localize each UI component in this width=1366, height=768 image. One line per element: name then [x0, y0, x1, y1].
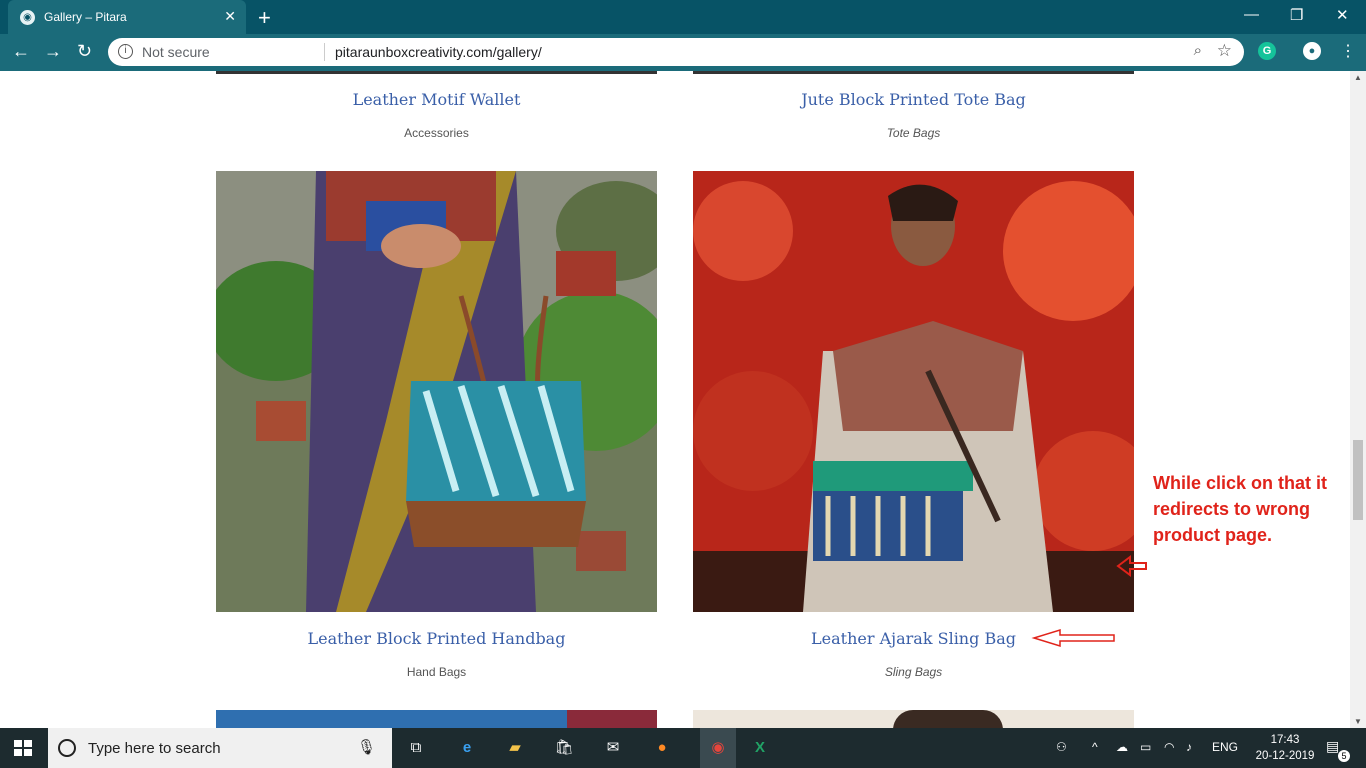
product-image-partial[interactable]	[693, 71, 1134, 74]
browser-tab[interactable]: ◉ Gallery – Pitara ✕	[8, 0, 246, 34]
restore-window-icon[interactable]: ❐	[1290, 6, 1303, 24]
reload-icon[interactable]: ↻	[77, 41, 92, 62]
zoom-icon[interactable]: ⌕	[1194, 42, 1202, 59]
network-icon[interactable]: ◠	[1164, 740, 1174, 754]
address-bar[interactable]: i Not secure pitaraunboxcreativity.com/g…	[108, 38, 1244, 66]
microsoft-store-icon[interactable]: 🛍	[553, 737, 575, 759]
grammarly-extension-icon[interactable]: G	[1258, 42, 1276, 60]
annotation-arrow-icon	[1031, 628, 1115, 648]
edge-browser-icon[interactable]: e	[456, 737, 478, 759]
product-image-detail	[567, 710, 657, 728]
windows-taskbar: Type here to search 🎙 ⧉ e ▰ 🛍 ✉ ● ◉ X ⚇ …	[0, 728, 1366, 768]
back-icon[interactable]: ←	[12, 41, 30, 62]
scroll-up-icon[interactable]: ▲	[1354, 73, 1362, 82]
clock-date: 20-12-2019	[1255, 750, 1315, 762]
address-divider	[324, 43, 325, 61]
product-title-link[interactable]: Leather Block Printed Handbag	[216, 629, 657, 648]
product-category[interactable]: Tote Bags	[693, 126, 1134, 140]
notification-badge: 5	[1338, 750, 1350, 762]
bookmark-star-icon[interactable]: ☆	[1217, 41, 1232, 61]
microphone-icon[interactable]: 🎙	[357, 738, 376, 756]
task-view-icon[interactable]: ⧉	[405, 737, 427, 759]
annotation-note: While click on that it redirects to wron…	[1153, 473, 1328, 545]
excel-icon[interactable]: X	[749, 737, 771, 759]
language-indicator[interactable]: ENG	[1212, 740, 1238, 754]
minimize-window-icon[interactable]: —	[1244, 6, 1259, 23]
product-category[interactable]: Accessories	[216, 126, 657, 140]
volume-icon[interactable]: ♪	[1186, 740, 1192, 754]
page-scrollbar[interactable]: ▲ ▼	[1350, 71, 1366, 728]
close-window-icon[interactable]: ✕	[1336, 6, 1349, 24]
browser-menu-icon[interactable]: ⋮	[1340, 41, 1356, 61]
firefox-icon[interactable]: ●	[651, 737, 673, 759]
product-image-detail	[893, 710, 1003, 728]
show-hidden-icons[interactable]: ^	[1092, 740, 1098, 754]
scrollbar-thumb[interactable]	[1353, 440, 1363, 520]
search-placeholder: Type here to search	[88, 740, 221, 757]
battery-icon[interactable]: ▭	[1140, 740, 1151, 754]
onedrive-icon[interactable]: ☁	[1116, 740, 1128, 754]
product-category[interactable]: Sling Bags	[693, 665, 1134, 679]
security-status: Not secure	[142, 44, 210, 60]
product-image-handbag[interactable]	[216, 171, 657, 612]
chrome-icon[interactable]: ◉	[700, 728, 736, 768]
product-title-link[interactable]: Jute Block Printed Tote Bag	[693, 90, 1134, 109]
product-image-sling-bag[interactable]	[693, 171, 1134, 612]
gallery-page: Leather Motif Wallet Accessories Jute Bl…	[0, 71, 1350, 728]
taskbar-search-box[interactable]: Type here to search 🎙	[48, 728, 392, 768]
forward-icon[interactable]: →	[44, 41, 62, 62]
mail-icon[interactable]: ✉	[602, 737, 624, 759]
scroll-down-icon[interactable]: ▼	[1354, 717, 1362, 726]
system-clock[interactable]: 17:43 20-12-2019	[1250, 732, 1320, 764]
browser-tab-bar: ◉ Gallery – Pitara ✕ + — ❐ ✕	[0, 0, 1366, 34]
cortana-icon	[58, 739, 76, 757]
close-tab-icon[interactable]: ✕	[224, 8, 236, 25]
clock-time: 17:43	[1270, 734, 1300, 746]
tab-title: Gallery – Pitara	[44, 10, 127, 24]
annotation-arrow-icon	[1116, 555, 1147, 577]
profile-avatar-icon[interactable]: ●	[1303, 42, 1321, 60]
product-image-partial[interactable]	[216, 71, 657, 74]
site-favicon-icon: ◉	[20, 10, 35, 25]
product-title-link[interactable]: Leather Motif Wallet	[216, 90, 657, 109]
file-explorer-icon[interactable]: ▰	[504, 737, 526, 759]
action-center-icon[interactable]: ▤	[1326, 738, 1339, 755]
product-image-partial[interactable]	[216, 710, 657, 728]
url-text[interactable]: pitaraunboxcreativity.com/gallery/	[335, 44, 542, 60]
windows-start-icon[interactable]	[14, 740, 32, 756]
site-info-icon[interactable]: i	[118, 44, 133, 59]
people-icon[interactable]: ⚇	[1056, 740, 1067, 754]
product-image-partial[interactable]	[693, 710, 1134, 728]
new-tab-button[interactable]: +	[258, 5, 271, 31]
product-category[interactable]: Hand Bags	[216, 665, 657, 679]
browser-toolbar: ← → ↻ i Not secure pitaraunboxcreativity…	[0, 34, 1366, 71]
